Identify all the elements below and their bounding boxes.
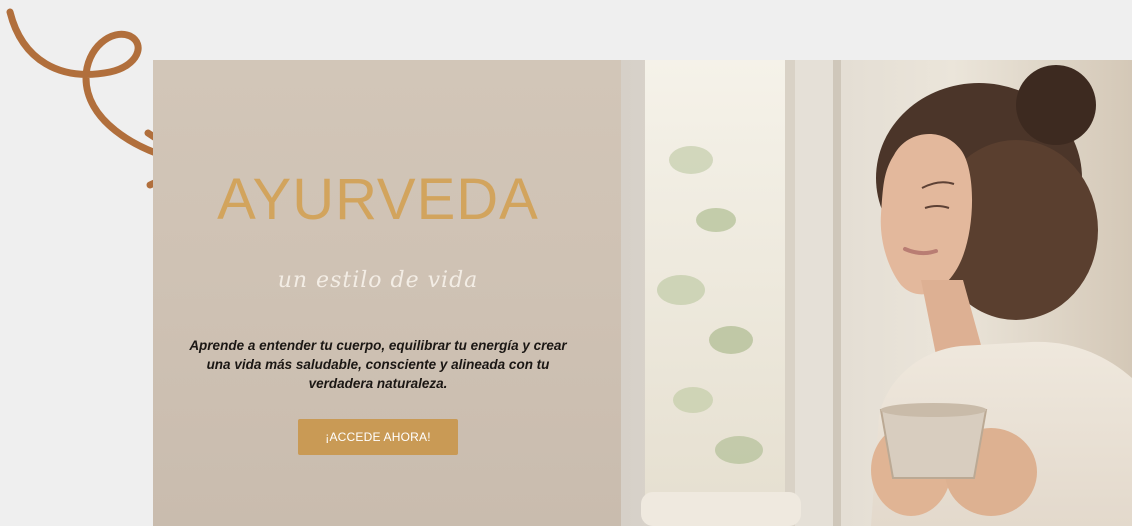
landing-page: AYURVEDA un estilo de vida Aprende a ent… [0,0,1132,526]
access-now-button[interactable]: ¡ACCEDE AHORA! [298,419,458,455]
hero-description: Aprende a entender tu cuerpo, equilibrar… [189,338,567,391]
hero-text-panel [153,60,633,526]
hero-banner: AYURVEDA un estilo de vida Aprende a ent… [153,60,1132,526]
woman-holding-cup-photo [621,60,1132,526]
hero-title: AYURVEDA [217,167,539,232]
hero-subtitle: un estilo de vida [277,268,479,293]
